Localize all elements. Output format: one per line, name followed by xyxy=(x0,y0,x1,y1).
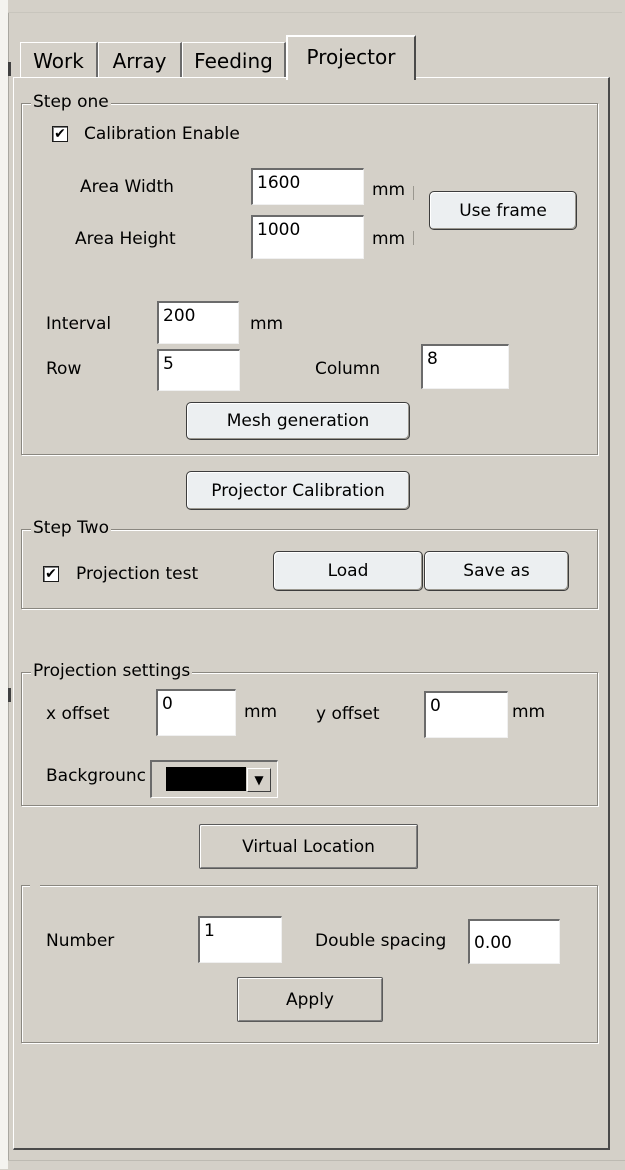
background-color-swatch xyxy=(166,767,246,791)
group-legend-gap xyxy=(30,882,40,888)
splitter-tick xyxy=(8,688,11,702)
y-offset-label: y offset xyxy=(316,704,380,724)
save-as-button[interactable]: Save as xyxy=(424,551,569,591)
column-label: Column xyxy=(315,359,381,379)
projector-calibration-button[interactable]: Projector Calibration xyxy=(186,471,410,510)
virtual-location-button[interactable]: Virtual Location xyxy=(199,824,418,869)
area-height-field[interactable]: 1000 xyxy=(251,215,364,259)
interval-field[interactable]: 200 xyxy=(157,301,239,344)
calibration-enable-label: Calibration Enable xyxy=(84,124,240,144)
y-offset-unit: mm xyxy=(512,702,546,722)
background-label: Backgrounc xyxy=(46,766,146,786)
area-height-label: Area Height xyxy=(75,229,176,249)
window-left-edge xyxy=(0,0,9,1169)
step-one-legend: Step one xyxy=(31,92,111,112)
row-field[interactable]: 5 xyxy=(157,349,240,391)
tab-array[interactable]: Array xyxy=(98,42,182,78)
projection-test-checkbox[interactable]: ✔ xyxy=(43,566,59,582)
y-offset-field[interactable]: 0 xyxy=(424,691,508,738)
tab-projector[interactable]: Projector xyxy=(286,35,416,80)
projection-test-label: Projection test xyxy=(76,564,199,584)
background-color-dropdown[interactable]: ▼ xyxy=(150,760,278,798)
double-spacing-field[interactable]: 0.00 xyxy=(468,919,560,964)
column-field[interactable]: 8 xyxy=(421,344,509,389)
x-offset-label: x offset xyxy=(46,704,110,724)
area-width-label: Area Width xyxy=(80,177,174,197)
calibration-enable-checkbox[interactable]: ✔ xyxy=(52,126,68,142)
mesh-generation-button[interactable]: Mesh generation xyxy=(186,402,410,440)
load-button[interactable]: Load xyxy=(273,551,423,591)
row-label: Row xyxy=(46,359,82,379)
x-offset-field[interactable]: 0 xyxy=(156,689,236,736)
window-top-edge xyxy=(8,0,625,13)
interval-label: Interval xyxy=(46,314,112,334)
step-two-legend: Step Two xyxy=(31,518,111,538)
number-label: Number xyxy=(46,931,115,951)
separator-mark xyxy=(413,231,414,245)
splitter-tick xyxy=(8,62,11,76)
separator-mark xyxy=(413,186,414,200)
x-offset-unit: mm xyxy=(244,702,278,722)
projection-settings-legend: Projection settings xyxy=(31,661,193,681)
apply-button[interactable]: Apply xyxy=(237,977,383,1022)
tab-feeding[interactable]: Feeding xyxy=(182,42,286,78)
interval-unit: mm xyxy=(250,314,284,334)
area-width-unit: mm xyxy=(372,180,406,200)
area-height-unit: mm xyxy=(372,229,406,249)
double-spacing-label: Double spacing xyxy=(315,931,447,951)
chevron-down-icon[interactable]: ▼ xyxy=(247,768,271,792)
number-field[interactable]: 1 xyxy=(198,916,282,963)
area-width-field[interactable]: 1600 xyxy=(251,168,364,205)
use-frame-button[interactable]: Use frame xyxy=(429,191,577,230)
tab-work[interactable]: Work xyxy=(20,42,98,78)
